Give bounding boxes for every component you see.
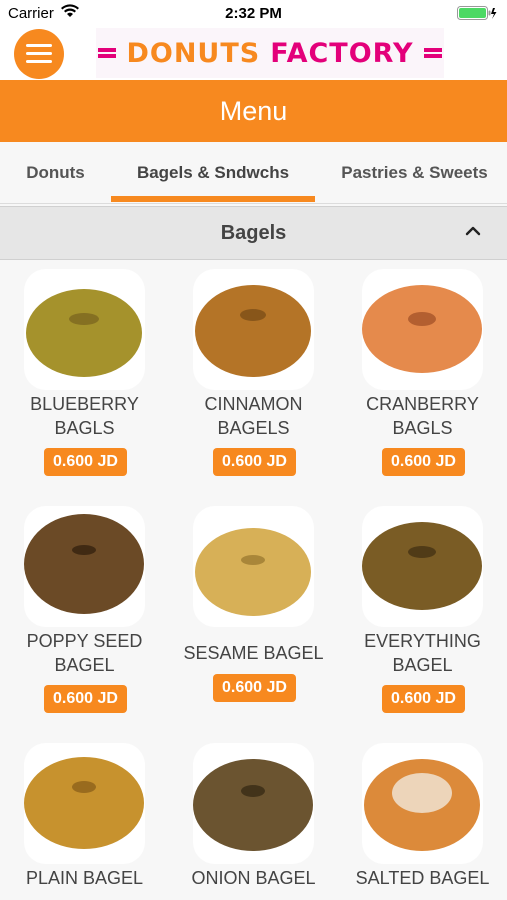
product-image <box>193 269 314 390</box>
app-header: DONUTS FACTORY <box>0 26 507 80</box>
bagel-image <box>193 759 313 851</box>
section-title: Bagels <box>220 222 287 244</box>
product-name: CRANBERRY BAGLS <box>366 394 479 438</box>
menu-toggle-button[interactable] <box>14 29 64 79</box>
product-name: POPPY SEED BAGEL <box>26 631 143 675</box>
product-image <box>362 269 483 390</box>
product-image <box>362 506 483 627</box>
product-image <box>24 506 145 627</box>
product-image <box>193 743 314 864</box>
product-image <box>24 743 145 864</box>
active-tab-indicator <box>111 196 315 202</box>
battery-icon <box>457 6 497 20</box>
product-price: 0.600 JD <box>213 448 296 476</box>
bagel-image <box>195 528 311 616</box>
chevron-up-icon[interactable] <box>465 225 481 237</box>
product-price: 0.600 JD <box>382 448 465 476</box>
bagel-image <box>24 757 144 849</box>
bagel-image <box>195 285 311 377</box>
product-name: SALTED BAGEL <box>355 868 490 888</box>
product-name: EVERYTHING BAGEL <box>364 631 481 675</box>
bagel-image <box>24 514 144 614</box>
logo-bar-icon <box>423 48 442 58</box>
product-name: SESAME BAGEL <box>183 643 324 663</box>
product-name: ONION BAGEL <box>191 868 316 888</box>
product-image <box>193 506 314 627</box>
logo-word-donuts: DONUTS <box>126 37 261 69</box>
product-price: 0.600 JD <box>44 448 127 476</box>
page-title: Menu <box>0 80 507 142</box>
product-name: CINNAMON BAGELS <box>204 394 303 438</box>
bagel-image <box>364 759 480 851</box>
product-image <box>362 743 483 864</box>
product-price: 0.600 JD <box>382 685 465 713</box>
hamburger-line-icon <box>26 44 52 47</box>
product-name: BLUEBERRY BAGLS <box>30 394 139 438</box>
tab-bagels-sandwiches[interactable]: Bagels & Sndwchs <box>111 142 315 204</box>
hamburger-line-icon <box>26 52 52 55</box>
status-time: 2:32 PM <box>225 5 282 22</box>
product-price: 0.600 JD <box>44 685 127 713</box>
brand-logo: DONUTS FACTORY <box>96 28 444 78</box>
logo-bar-icon <box>98 48 117 58</box>
category-tabs: Donuts Bagels & Sndwchs Pastries & Sweet… <box>0 142 507 204</box>
product-price: 0.600 JD <box>213 674 296 702</box>
section-header-bagels[interactable]: Bagels <box>0 206 507 260</box>
logo-word-factory: FACTORY <box>270 37 414 69</box>
product-image <box>24 269 145 390</box>
bagel-image <box>362 522 482 610</box>
tab-donuts[interactable]: Donuts <box>0 142 111 204</box>
hamburger-line-icon <box>26 60 52 63</box>
product-name: PLAIN BAGEL <box>25 868 144 888</box>
tab-pastries-sweets[interactable]: Pastries & Sweets <box>322 142 507 204</box>
bagel-image <box>362 285 482 373</box>
bagel-image <box>26 289 142 377</box>
status-bar: Carrier 2:32 PM <box>0 0 507 26</box>
